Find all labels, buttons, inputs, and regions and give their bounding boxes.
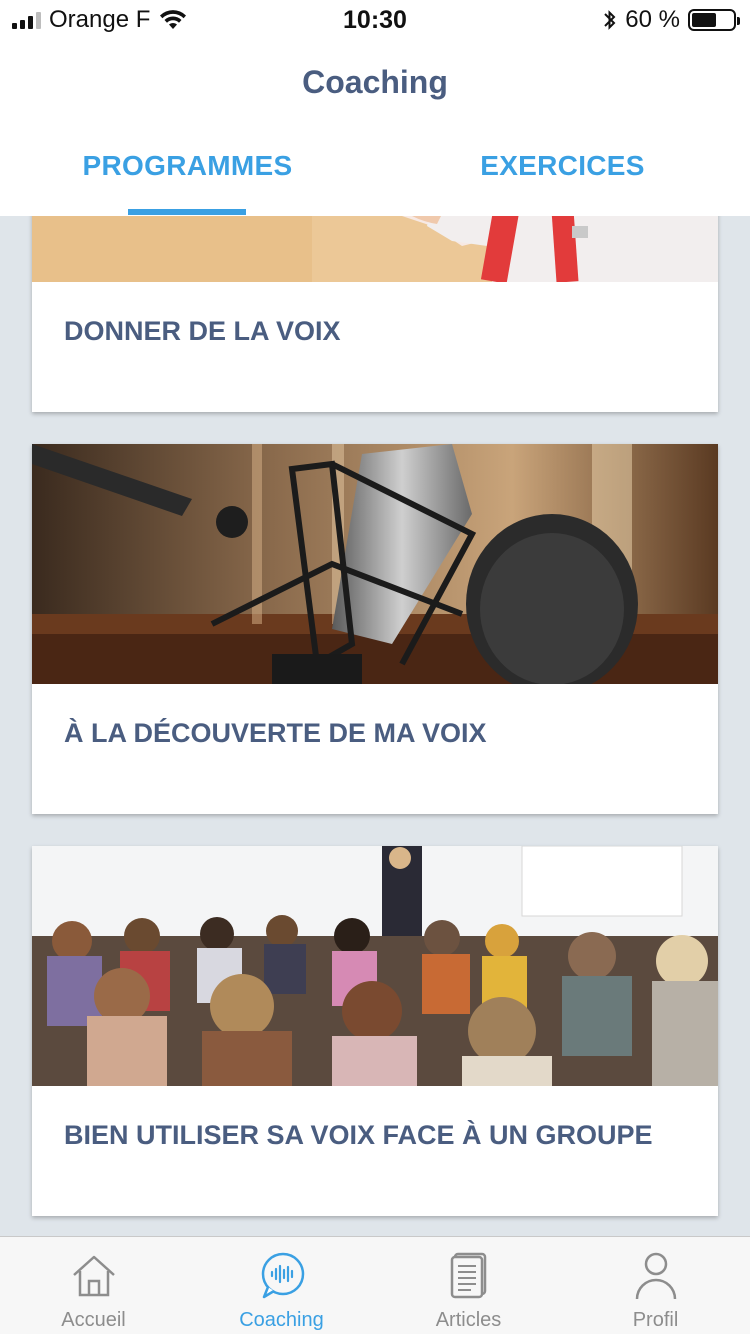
tabbar-label: Profil [632,1309,679,1331]
studio-microphone-photo [32,444,718,684]
tab-exercices[interactable]: EXERCICES [375,150,750,216]
active-tab-indicator [128,209,246,215]
programme-card-decouverte-voix[interactable]: À LA DÉCOUVERTE DE MA VOIX [32,444,718,814]
conference-audience-image [32,846,718,1086]
programme-card-voix-face-groupe[interactable]: BIEN UTILISER SA VOIX FACE À UN GROUPE [32,846,718,1216]
header: Coaching PROGRAMMES EXERCICES [0,40,750,216]
battery-level [692,13,716,27]
tab-exercices-label: EXERCICES [480,150,645,181]
home-icon [72,1255,115,1297]
bottom-tab-bar: Accueil Coaching Articles Profil [0,1236,750,1334]
bluetooth-icon [604,10,616,30]
tabbar-label: Articles [435,1309,502,1331]
status-bar: Orange F 10:30 60 % [0,0,750,40]
tabbar-label: Accueil [61,1309,126,1331]
speaker-suspenders-photo [32,216,718,282]
programme-list[interactable]: DONNER DE LA VOIX À LA DÉCOUVERTE DE MA … [0,216,750,1236]
programme-title: BIEN UTILISER SA VOIX FACE À UN GROUPE [64,1120,653,1150]
tab-programmes-label: PROGRAMMES [82,150,293,181]
voice-bubble-icon [261,1252,304,1299]
tabbar-item-accueil[interactable]: Accueil [0,1237,187,1334]
document-icon [450,1252,486,1299]
conference-audience-photo [32,846,718,1086]
programme-card-donner-de-la-voix[interactable]: DONNER DE LA VOIX [32,216,718,412]
battery-percentage: 60 % [625,6,680,33]
tab-programmes[interactable]: PROGRAMMES [0,150,375,216]
speaker-suspenders-image [32,216,718,282]
studio-microphone-image [32,444,718,684]
segment-tabs: PROGRAMMES EXERCICES [0,150,750,216]
user-icon [635,1252,676,1300]
page-title: Coaching [302,64,448,100]
programme-title: DONNER DE LA VOIX [64,316,341,346]
tabbar-item-articles[interactable]: Articles [375,1237,562,1334]
programme-title: À LA DÉCOUVERTE DE MA VOIX [64,718,487,748]
battery-icon [688,9,740,31]
status-right: 60 % [603,6,740,34]
tabbar-label: Coaching [239,1309,324,1331]
tabbar-item-coaching[interactable]: Coaching [188,1237,375,1334]
tabbar-item-profil[interactable]: Profil [562,1237,749,1334]
